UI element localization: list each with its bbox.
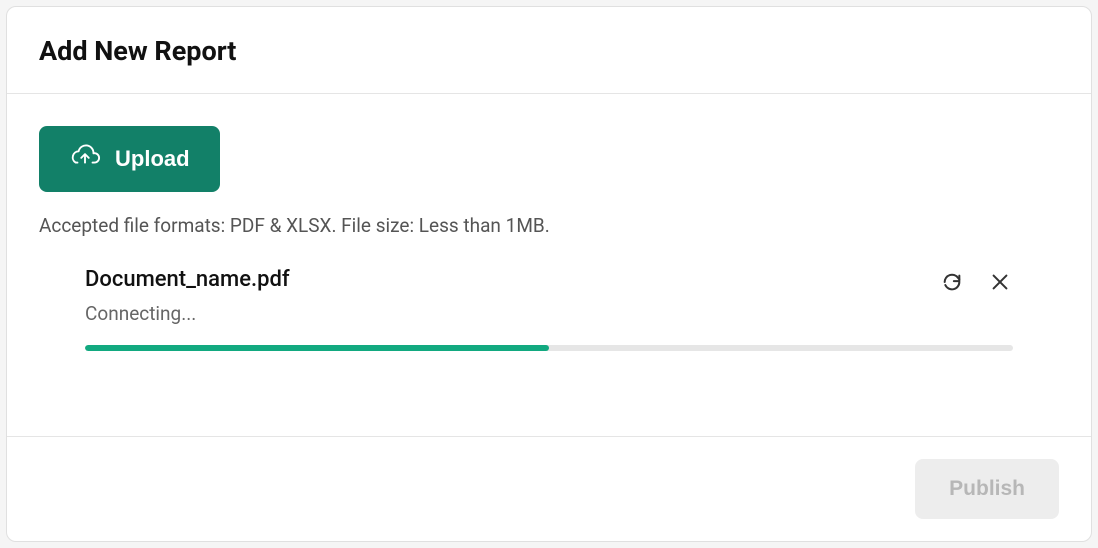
modal-header: Add New Report (7, 7, 1091, 94)
close-icon (989, 271, 1011, 296)
modal-footer: Publish (7, 436, 1091, 541)
file-name: Document_name.pdf (85, 267, 939, 292)
refresh-icon (941, 271, 963, 296)
file-status: Connecting... (85, 302, 939, 325)
modal-body: Upload Accepted file formats: PDF & XLSX… (7, 94, 1091, 436)
publish-button[interactable]: Publish (915, 459, 1059, 519)
upload-progress-bar (85, 345, 1013, 351)
upload-button[interactable]: Upload (39, 126, 220, 192)
upload-file-item: Document_name.pdf Connecting... (39, 267, 1059, 351)
remove-file-button[interactable] (987, 269, 1013, 298)
modal-title: Add New Report (39, 35, 1059, 67)
file-info: Document_name.pdf Connecting... (85, 267, 939, 325)
upload-button-label: Upload (115, 146, 190, 172)
file-actions (939, 267, 1013, 298)
upload-progress-fill (85, 345, 549, 351)
add-report-modal: Add New Report Upload Accepted file form… (6, 6, 1092, 542)
accepted-formats-hint: Accepted file formats: PDF & XLSX. File … (39, 214, 1059, 237)
file-row: Document_name.pdf Connecting... (85, 267, 1013, 325)
retry-button[interactable] (939, 269, 965, 298)
cloud-upload-icon (69, 144, 101, 174)
